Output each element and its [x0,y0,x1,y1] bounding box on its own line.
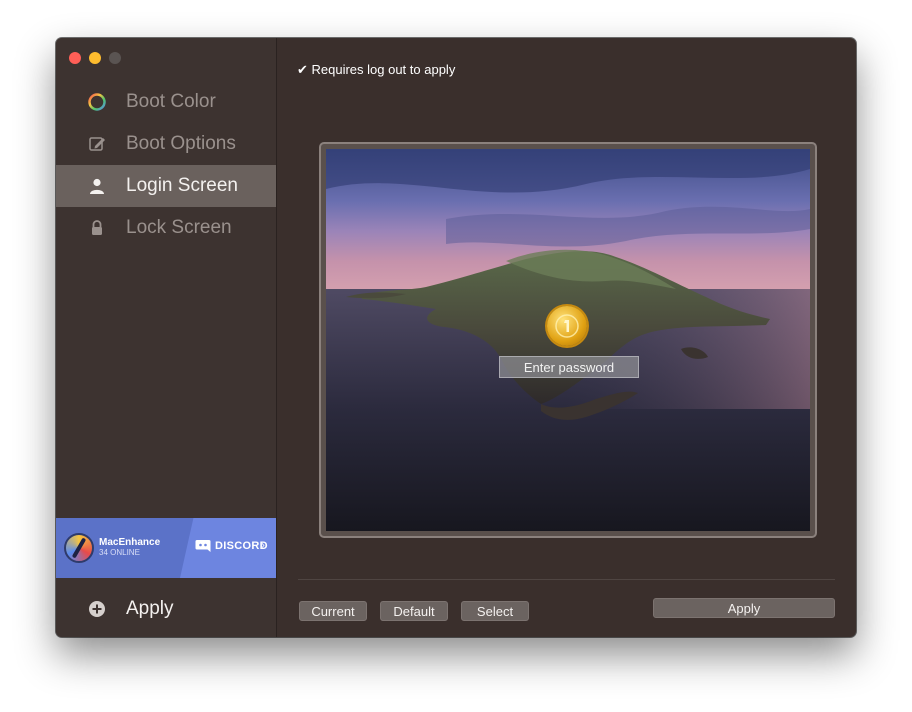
close-window-button[interactable] [69,52,81,64]
color-wheel-icon [85,90,109,114]
sidebar-item-lock-screen[interactable]: Lock Screen [56,207,276,249]
edit-icon [85,132,109,156]
discord-banner[interactable]: MacEnhance 34 ONLINE DISCORD › [56,518,276,578]
plus-circle-icon [85,597,109,621]
sidebar-apply-button[interactable]: Apply [56,586,276,631]
login-preview-frame: Enter password [319,142,817,538]
zoom-window-button[interactable] [109,52,121,64]
password-field-preview: Enter password [499,356,639,378]
minimize-window-button[interactable] [89,52,101,64]
sidebar: Boot Color Boot Options Login Screen Loc… [56,38,277,637]
user-icon [85,174,109,198]
login-preview-wallpaper[interactable]: Enter password [326,149,810,531]
current-button[interactable]: Current [299,601,367,621]
select-button[interactable]: Select [461,601,529,621]
logout-required-note: ✔ Requires log out to apply [297,62,456,77]
sidebar-item-login-screen[interactable]: Login Screen [56,165,276,207]
sidebar-item-label: Boot Options [126,133,236,154]
lock-icon [85,216,109,240]
discord-icon [195,540,211,552]
macenhance-logo-icon [64,533,94,563]
banner-app-name: MacEnhance [99,537,161,548]
main-content: ✔ Requires log out to apply Enter passwo… [277,38,856,637]
banner-online-count: 34 ONLINE [99,548,140,557]
discord-wordmark: DISCORD [195,539,268,553]
app-window: Boot Color Boot Options Login Screen Loc… [56,38,856,637]
chevron-right-icon: › [260,537,265,552]
apply-button[interactable]: Apply [653,598,835,618]
default-button[interactable]: Default [380,601,448,621]
sidebar-apply-label: Apply [126,597,174,619]
divider [298,579,835,580]
gold-coin-icon [547,306,587,346]
sidebar-item-label: Lock Screen [126,217,232,238]
sidebar-item-label: Login Screen [126,175,238,196]
window-controls [69,52,121,64]
sidebar-item-label: Boot Color [126,91,216,112]
sidebar-item-boot-options[interactable]: Boot Options [56,123,276,165]
sidebar-item-boot-color[interactable]: Boot Color [56,81,276,123]
